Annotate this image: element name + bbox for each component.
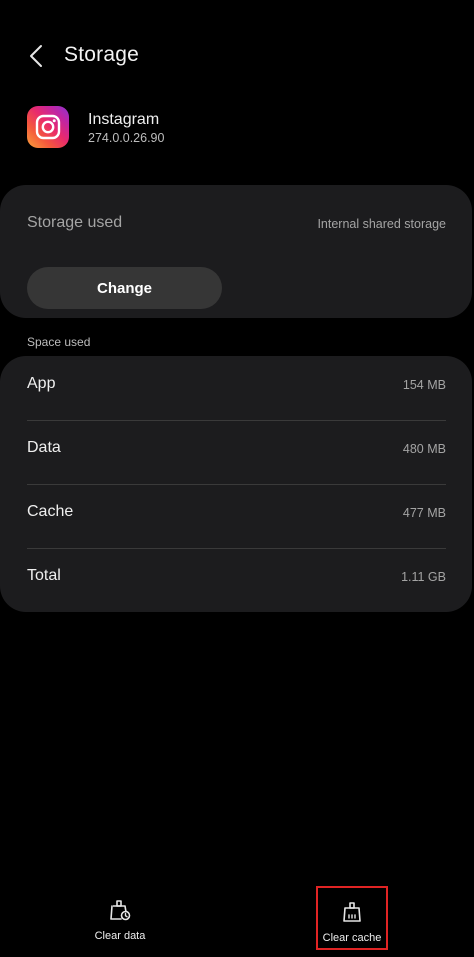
app-info: Instagram 274.0.0.26.90 bbox=[0, 100, 474, 160]
storage-used-label: Storage used bbox=[27, 214, 123, 231]
clear-cache-button[interactable]: Clear cache bbox=[316, 886, 388, 950]
clear-cache-icon bbox=[340, 900, 364, 924]
usage-row-data: Data 480 MB bbox=[0, 420, 472, 484]
clear-data-icon bbox=[108, 898, 132, 922]
back-button[interactable] bbox=[18, 36, 54, 76]
app-version: 274.0.0.26.90 bbox=[88, 131, 165, 145]
change-button[interactable]: Change bbox=[27, 267, 222, 309]
app-name: Instagram bbox=[88, 111, 160, 128]
usage-value: 480 MB bbox=[402, 442, 446, 456]
storage-used-card: Storage used Internal shared storage Cha… bbox=[0, 185, 472, 318]
usage-row-cache: Cache 477 MB bbox=[0, 484, 472, 548]
clear-data-button[interactable]: Clear data bbox=[84, 886, 156, 950]
app-bar: Storage bbox=[0, 0, 474, 110]
usage-label: Cache bbox=[27, 503, 74, 520]
usage-value: 1.11 GB bbox=[401, 570, 446, 584]
instagram-icon bbox=[27, 106, 69, 148]
usage-label: Total bbox=[27, 567, 61, 584]
usage-label: Data bbox=[27, 439, 61, 456]
storage-location: Internal shared storage bbox=[317, 217, 446, 231]
bottom-action-bar: Clear data Clear cache bbox=[0, 880, 474, 957]
clear-cache-label: Clear cache bbox=[322, 932, 382, 944]
usage-row-app: App 154 MB bbox=[0, 356, 472, 420]
page-title: Storage bbox=[64, 43, 139, 66]
usage-value: 154 MB bbox=[402, 378, 446, 392]
usage-value: 477 MB bbox=[402, 506, 446, 520]
usage-label: App bbox=[27, 375, 56, 392]
usage-row-total: Total 1.11 GB bbox=[0, 548, 472, 612]
space-used-card: App 154 MB Data 480 MB Cache 477 MB Tota… bbox=[0, 356, 472, 612]
clear-data-label: Clear data bbox=[94, 930, 146, 942]
chevron-left-icon bbox=[30, 45, 42, 67]
space-used-header: Space used bbox=[27, 335, 91, 349]
